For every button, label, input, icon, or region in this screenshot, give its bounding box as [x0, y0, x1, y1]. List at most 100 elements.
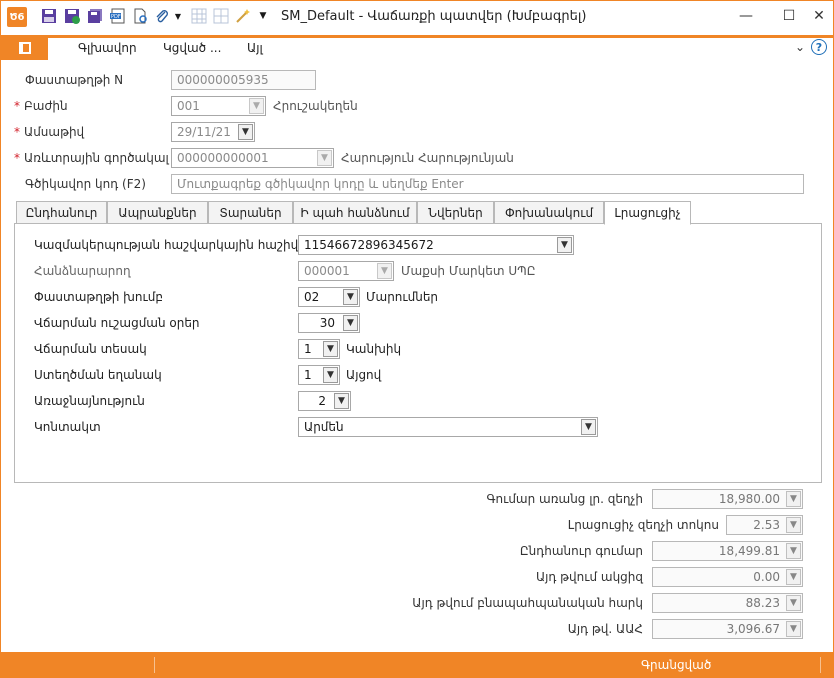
- svg-text:PDF: PDF: [111, 14, 121, 20]
- chevron-down-icon[interactable]: ▼: [323, 367, 338, 383]
- partner-select[interactable]: 000000000001 ▼: [171, 148, 334, 168]
- payment-delay-stepper[interactable]: 30 ▼: [298, 313, 360, 333]
- grand-total-field[interactable]: 18,499.81 ▼: [652, 541, 803, 561]
- close-button[interactable]: ✕: [804, 4, 834, 28]
- total-label: Գումար առանց լր. զեղչի: [486, 492, 643, 506]
- toolbar-overflow-icon[interactable]: ▼: [258, 8, 268, 24]
- chevron-down-icon[interactable]: ▼: [343, 315, 358, 331]
- total-label: Այդ թվ. ԱԱՀ: [567, 622, 643, 636]
- tab-additional[interactable]: Լրացուցիչ: [604, 201, 691, 225]
- receipt-method-select[interactable]: 1 ▼: [298, 365, 340, 385]
- account-label: Կազմակերպության հաշվարկային հաշիվ: [34, 238, 299, 252]
- minimize-button[interactable]: —: [731, 4, 761, 28]
- chevron-down-icon[interactable]: ▼: [786, 491, 801, 507]
- tab-gifts[interactable]: Նվերներ: [417, 201, 494, 224]
- attach-icon[interactable]: [154, 8, 170, 24]
- date-value: 29/11/21: [177, 125, 231, 139]
- date-picker[interactable]: 29/11/21 ▼: [171, 122, 255, 142]
- customer-label: Հանձնարարող: [34, 264, 131, 278]
- menu-item-main[interactable]: Գլխավոր: [78, 41, 137, 55]
- partner-name: Հարություն Հարությունյան: [341, 151, 514, 165]
- vat-field[interactable]: 3,096.67 ▼: [652, 619, 803, 639]
- barcode-input[interactable]: Մուտքագրեք գծիկավոր կոդը և սեղմեք Enter: [171, 174, 804, 194]
- payment-type-code: 1: [304, 342, 312, 356]
- app-logo[interactable]: Ծ6: [7, 7, 27, 27]
- chevron-down-icon[interactable]: ▼: [317, 150, 332, 166]
- status-bar: Գրանցված: [1, 652, 833, 678]
- department-label-text: Բաժին: [24, 99, 68, 113]
- extra-discount-percent-field[interactable]: 2.53 ▼: [726, 515, 803, 535]
- status-text: Գրանցված: [641, 658, 712, 672]
- chevron-down-icon[interactable]: ▼: [557, 237, 572, 253]
- tab-containers[interactable]: Տարաներ: [208, 201, 293, 224]
- menu-item-other[interactable]: Այլ: [247, 41, 263, 55]
- excise-field[interactable]: 0.00 ▼: [652, 567, 803, 587]
- chevron-down-icon[interactable]: ▼: [786, 569, 801, 585]
- chevron-down-icon[interactable]: ▼: [249, 98, 264, 114]
- chevron-down-icon[interactable]: ▼: [581, 419, 596, 435]
- save-all-icon[interactable]: [87, 8, 103, 24]
- pdf-icon[interactable]: PDF: [110, 8, 126, 24]
- date-label: * Ամսաթիվ: [14, 125, 84, 139]
- partner-label-text: Առևտրային գործակալ: [24, 151, 169, 165]
- contact-value: Արմեն: [304, 420, 344, 434]
- chevron-down-icon[interactable]: ⌄: [795, 40, 805, 54]
- total-label: Այդ թվում ակցիզ: [535, 570, 643, 584]
- copy-document-icon[interactable]: [132, 8, 148, 24]
- doc-number-label: Փաստաթղթի N: [25, 73, 124, 87]
- chevron-down-icon[interactable]: ▼: [786, 595, 801, 611]
- priority-label: Առաջնայնություն: [34, 394, 145, 408]
- menu-home-button[interactable]: [1, 35, 48, 60]
- date-label-text: Ամսաթիվ: [24, 125, 85, 139]
- grid-alt-icon: [213, 8, 229, 24]
- department-code: 001: [177, 99, 200, 113]
- barcode-label: Գծիկավոր կոդ (F2): [25, 177, 146, 191]
- customer-select[interactable]: 000001 ▼: [298, 261, 394, 281]
- maximize-button[interactable]: ☐: [774, 4, 804, 28]
- contact-select[interactable]: Արմեն ▼: [298, 417, 598, 437]
- department-select[interactable]: 001 ▼: [171, 96, 266, 116]
- help-icon[interactable]: ?: [811, 39, 827, 55]
- menu-item-attached[interactable]: Կցված ...: [163, 41, 221, 55]
- attach-dropdown-icon[interactable]: ▼: [173, 8, 183, 24]
- tab-consignment[interactable]: Ի պահ հանձնում: [293, 201, 417, 224]
- magic-wand-icon[interactable]: [235, 8, 251, 24]
- required-marker: *: [14, 99, 20, 113]
- doc-group-select[interactable]: 02 ▼: [298, 287, 360, 307]
- chevron-down-icon[interactable]: ▼: [334, 393, 349, 409]
- required-marker: *: [14, 125, 20, 139]
- total-without-discount-field[interactable]: 18,980.00 ▼: [652, 489, 803, 509]
- account-select[interactable]: 11546672896345672 ▼: [298, 235, 574, 255]
- required-marker: *: [14, 151, 20, 165]
- save-icon[interactable]: [41, 8, 57, 24]
- doc-group-name: Մարումներ: [366, 290, 439, 304]
- total-value: 88.23: [745, 596, 780, 610]
- tab-general[interactable]: Ընդհանուր: [16, 201, 107, 224]
- doc-group-code: 02: [304, 290, 320, 304]
- total-value: 0.00: [753, 570, 780, 584]
- tab-products[interactable]: Ապրանքներ: [107, 201, 208, 224]
- chevron-down-icon[interactable]: ▼: [238, 124, 253, 140]
- total-label: Այդ թվում բնապահպանական հարկ: [412, 596, 643, 610]
- partner-label: * Առևտրային գործակալ: [14, 151, 169, 165]
- save-close-icon[interactable]: [64, 8, 80, 24]
- payment-delay-label: Վճարման ուշացման օրեր: [34, 316, 200, 330]
- chevron-down-icon[interactable]: ▼: [786, 621, 801, 637]
- payment-type-name: Կանխիկ: [346, 342, 402, 356]
- priority-stepper[interactable]: 2 ▼: [298, 391, 351, 411]
- total-value: 18,499.81: [718, 544, 780, 558]
- status-divider: [820, 657, 821, 673]
- chevron-down-icon[interactable]: ▼: [786, 517, 801, 533]
- customer-name: Մաքսի Մարկետ ՍՊԸ: [401, 264, 536, 278]
- doc-number-field[interactable]: 000000005935: [171, 70, 316, 90]
- status-divider: [154, 657, 155, 673]
- payment-type-select[interactable]: 1 ▼: [298, 339, 340, 359]
- tab-exchange[interactable]: Փոխանակում: [494, 201, 604, 224]
- chevron-down-icon[interactable]: ▼: [323, 341, 338, 357]
- chevron-down-icon[interactable]: ▼: [377, 263, 392, 279]
- account-value: 11546672896345672: [304, 238, 434, 252]
- chevron-down-icon[interactable]: ▼: [343, 289, 358, 305]
- payment-type-label: Վճարման տեսակ: [34, 342, 147, 356]
- chevron-down-icon[interactable]: ▼: [786, 543, 801, 559]
- environmental-tax-field[interactable]: 88.23 ▼: [652, 593, 803, 613]
